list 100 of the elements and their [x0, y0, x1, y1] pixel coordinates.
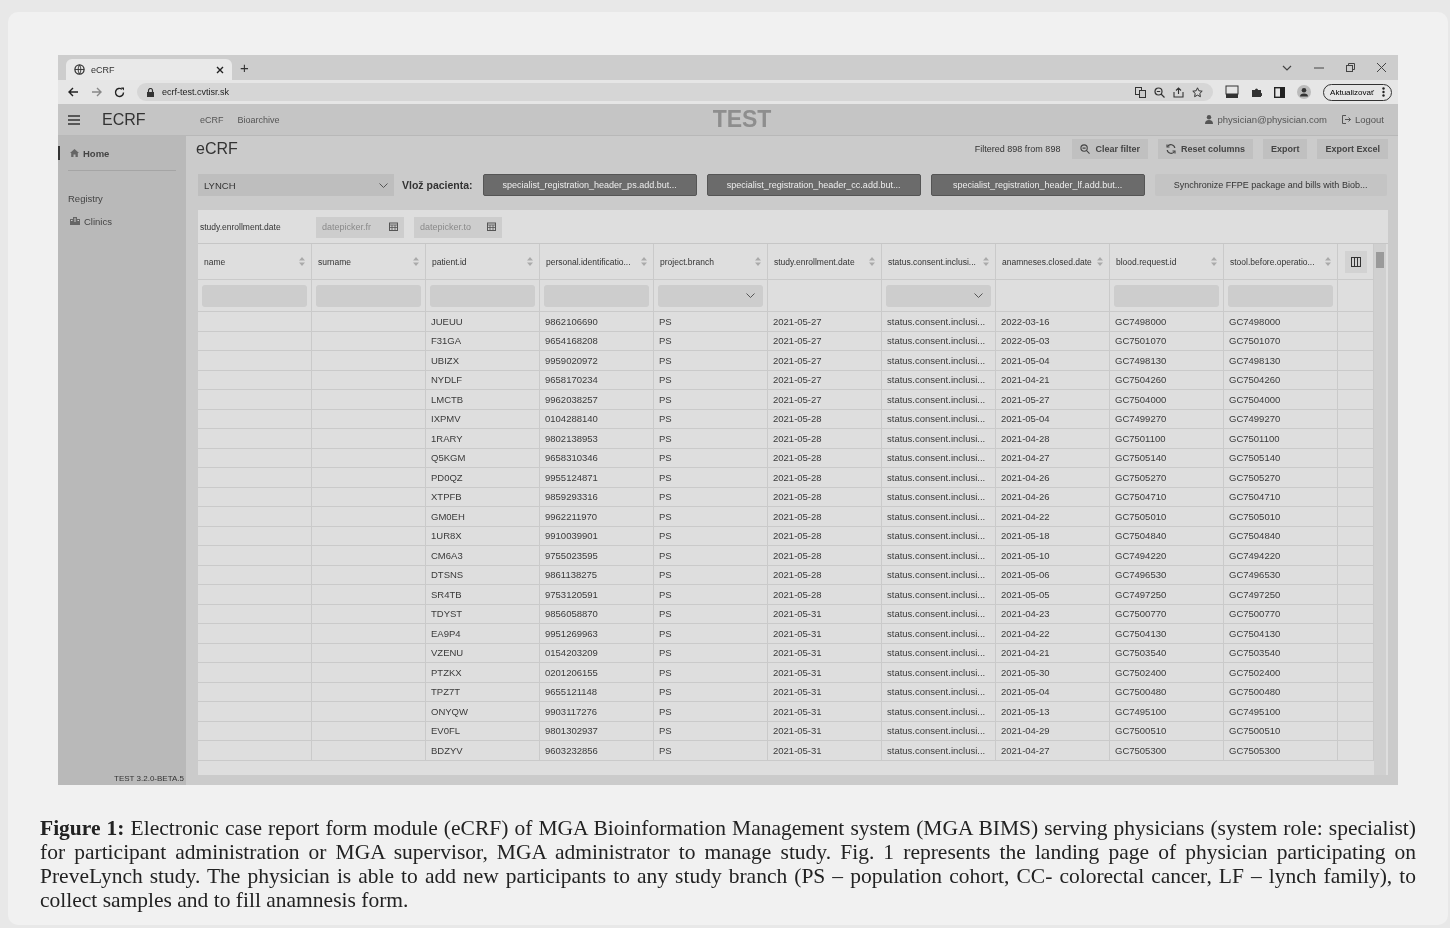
reload-icon[interactable]	[114, 86, 125, 98]
table-cell: GC7494220	[1224, 546, 1338, 566]
table-cell: GC7499270	[1224, 409, 1338, 429]
back-icon[interactable]	[68, 87, 79, 97]
table-cell: GC7505300	[1224, 741, 1338, 761]
table-cell: 2021-05-28	[768, 429, 882, 449]
table-cell: 9861138275	[540, 565, 654, 585]
table-cell: 9755023595	[540, 546, 654, 566]
sort-icon	[641, 257, 647, 266]
column-header[interactable]: stool.before.operatio...	[1224, 244, 1338, 280]
table-cell: PTZKX	[426, 663, 540, 683]
table-cell: PS	[654, 546, 768, 566]
star-icon[interactable]	[1192, 86, 1204, 98]
table-cell: 2021-05-27	[768, 370, 882, 390]
columns-icon	[1350, 256, 1361, 267]
table-cell: GC7499270	[1110, 409, 1224, 429]
column-header[interactable]: name	[198, 244, 312, 280]
column-header[interactable]: status.consent.inclusi...	[882, 244, 996, 280]
date-from-field[interactable]: datepicker.fr	[316, 216, 404, 238]
add-patient-button[interactable]: specialist_registration_header_lf.add.but...	[930, 174, 1145, 196]
table-cell: 2021-05-28	[768, 546, 882, 566]
table-cell: status.consent.inclusi...	[882, 331, 996, 351]
share-icon[interactable]	[1173, 86, 1185, 98]
table-cell: 2021-04-26	[996, 487, 1110, 507]
update-button[interactable]: Aktualizovať	[1323, 83, 1392, 101]
logout-link[interactable]: Logout	[1341, 114, 1384, 125]
table-cell: 0201206155	[540, 663, 654, 683]
study-select[interactable]: LYNCH	[198, 174, 394, 196]
table-cell: PS	[654, 604, 768, 624]
table-cell: PS	[654, 331, 768, 351]
puzzle-icon[interactable]	[1251, 86, 1263, 98]
building-icon	[70, 217, 80, 225]
toolbar-button[interactable]: Clear filter	[1072, 139, 1148, 159]
user-link[interactable]: physician@physician.com	[1205, 114, 1327, 125]
table-cell: EA9P4	[426, 624, 540, 644]
close-icon[interactable]	[216, 65, 224, 74]
url-field[interactable]: ecrf-test.cvtisr.sk	[162, 87, 229, 97]
column-header[interactable]: study.enrollment.date	[768, 244, 882, 280]
table-cell: GC7504000	[1110, 390, 1224, 410]
window-icon[interactable]	[1225, 85, 1240, 99]
table-cell: 2021-04-22	[996, 624, 1110, 644]
lock-icon	[147, 87, 154, 97]
table-cell: 9955124871	[540, 468, 654, 488]
table-cell: 2022-03-16	[996, 312, 1110, 332]
table-cell: status.consent.inclusi...	[882, 351, 996, 371]
filter-status: Filtered 898 from 898	[974, 144, 1061, 154]
table-cell: 2021-05-31	[768, 741, 882, 761]
table-cell: 9654168208	[540, 331, 654, 351]
column-header[interactable]: blood.request.id	[1110, 244, 1224, 280]
table-cell: 2021-05-31	[768, 643, 882, 663]
table-cell: status.consent.inclusi...	[882, 468, 996, 488]
column-header[interactable]: personal.identificatio...	[540, 244, 654, 280]
table-cell: 2021-05-18	[996, 526, 1110, 546]
kebab-menu-icon[interactable]	[1382, 87, 1385, 97]
table-cell: 9862106690	[540, 312, 654, 332]
table-cell: 2021-05-31	[768, 604, 882, 624]
table-cell: PS	[654, 624, 768, 644]
refresh-icon	[1165, 144, 1176, 154]
toolbar-button[interactable]: Export Excel	[1317, 139, 1388, 159]
add-patient-button[interactable]: specialist_registration_header_ps.add.but...	[482, 174, 697, 196]
table-cell: PS	[654, 721, 768, 741]
zoom-out-icon[interactable]	[1154, 86, 1166, 98]
date-to-field[interactable]: datepicker.to	[414, 216, 502, 238]
forward-icon[interactable]	[91, 87, 102, 97]
sidebar-icon[interactable]	[1274, 86, 1286, 98]
table-cell: GC7505010	[1110, 507, 1224, 527]
new-tab-button[interactable]: +	[240, 59, 249, 76]
table-cell: status.consent.inclusi...	[882, 409, 996, 429]
table-cell: GC7505300	[1110, 741, 1224, 761]
nav-link[interactable]: eCRF	[200, 114, 224, 125]
table-cell: GC7500480	[1224, 682, 1338, 702]
close-icon[interactable]	[1377, 63, 1386, 72]
column-chooser-button[interactable]	[1344, 250, 1367, 273]
add-patient-button[interactable]: Synchronize FFPE package and bills with Biob...	[1154, 174, 1387, 196]
browser-tab[interactable]: eCRF	[66, 59, 232, 80]
toolbar-button[interactable]: Reset columns	[1157, 139, 1253, 159]
menu-icon[interactable]	[68, 114, 80, 125]
restore-icon[interactable]	[1346, 63, 1355, 72]
chevron-down-icon	[974, 293, 983, 298]
table-cell: XTPFB	[426, 487, 540, 507]
translate-icon[interactable]	[1135, 86, 1147, 98]
sidebar-item[interactable]: Clinics	[58, 214, 186, 228]
table-cell: 9962211970	[540, 507, 654, 527]
figure-caption: Figure 1: Electronic case report form module (eCRF) of MGA Bioinformation Management system (MGA BIMS) serving physicians (system role: specialist) for participant administration or MGA supervisor, MGA administrator to manage study. Fig. 1 represents the landing page of physician participating on PreveLynch study. The physician is able to add new participants to any study branch (PS – population cohort, CC- colorectal cancer, LF – lynch family), to collect samples and to fill anamnesis form.	[40, 816, 1416, 912]
column-header[interactable]: project.branch	[654, 244, 768, 280]
profile-icon[interactable]	[1297, 85, 1312, 99]
table-cell: 2021-05-06	[996, 565, 1110, 585]
chevron-down-icon[interactable]	[1282, 64, 1292, 71]
column-header[interactable]: surname	[312, 244, 426, 280]
table-cell: 2021-05-27	[768, 331, 882, 351]
table-cell: 2021-05-31	[768, 663, 882, 683]
version-label: TEST 3.2.0-BETA.5	[114, 774, 185, 785]
column-header[interactable]: patient.id	[426, 244, 540, 280]
table-cell: BDZYV	[426, 741, 540, 761]
scrollbar[interactable]	[1374, 244, 1386, 775]
column-header[interactable]: anamneses.closed.date	[996, 244, 1110, 280]
sort-icon	[1211, 257, 1217, 266]
add-patient-button[interactable]: specialist_registration_header_cc.add.but...	[706, 174, 921, 196]
toolbar-button[interactable]: Export	[1262, 139, 1308, 159]
nav-link[interactable]: Bioarchive	[237, 114, 280, 125]
